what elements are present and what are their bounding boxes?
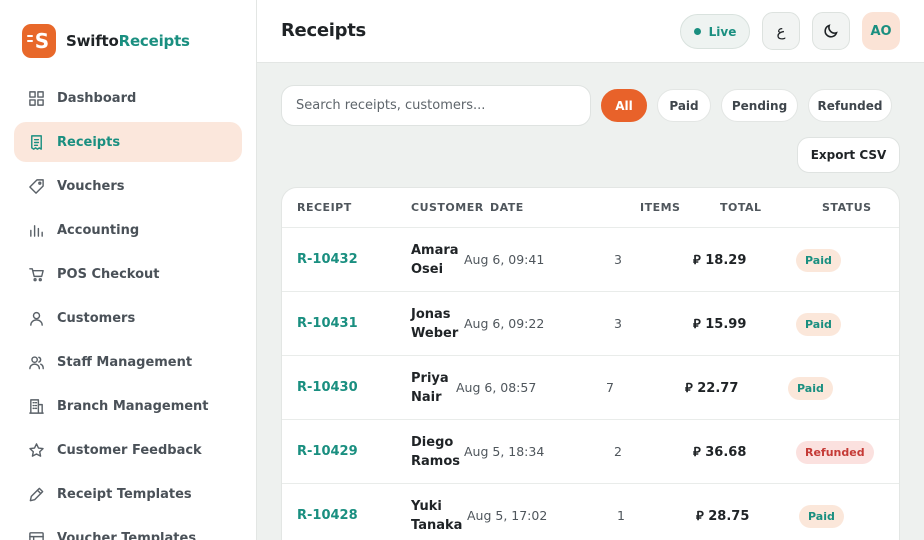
sidebar-nav: Dashboard Receipts Vouchers Accounting P… (14, 78, 242, 540)
receipt-total: ⃁ 28.75 (696, 509, 750, 524)
table-row[interactable]: R-10431 Jonas Weber Aug 6, 09:22 3 ⃁ 15.… (282, 292, 899, 356)
receipts-table: RECEIPT CUSTOMER DATE ITEMS TOTAL STATUS… (281, 187, 900, 540)
column-header-receipt[interactable]: RECEIPT (297, 201, 352, 214)
export-csv-button[interactable]: Export CSV (797, 137, 900, 173)
receipt-total: ⃁ 15.99 (693, 317, 747, 332)
sidebar-item-label: Vouchers (57, 178, 125, 194)
column-header-total[interactable]: TOTAL (720, 201, 762, 214)
cart-icon (27, 265, 45, 283)
customer-name: Priya Nair (411, 371, 449, 405)
moon-icon (823, 23, 839, 39)
brand-name-part2: Receipts (118, 32, 190, 50)
sidebar-item-staff-management[interactable]: Staff Management (14, 342, 242, 382)
receipt-id-link[interactable]: R-10432 (297, 252, 358, 267)
status-badge: Paid (796, 313, 841, 336)
filter-chip-all[interactable]: All (601, 89, 647, 122)
table-header: RECEIPT CUSTOMER DATE ITEMS TOTAL STATUS (282, 188, 899, 228)
receipt-total: ⃁ 18.29 (693, 253, 747, 268)
receipt-date: Aug 5, 17:02 (467, 508, 548, 523)
live-dot-icon (693, 28, 701, 35)
receipt-id-link[interactable]: R-10428 (297, 508, 358, 523)
column-header-items[interactable]: ITEMS (640, 201, 680, 214)
status-badge: Paid (788, 377, 833, 400)
receipt-id-link[interactable]: R-10431 (297, 316, 358, 331)
table-row[interactable]: R-10432 Amara Osei Aug 6, 09:41 3 ⃁ 18.2… (282, 228, 899, 292)
sidebar-item-label: Receipt Templates (57, 486, 192, 502)
avatar[interactable]: AO (862, 12, 900, 50)
template-icon (27, 529, 45, 540)
live-status-pill[interactable]: Live (680, 14, 750, 49)
customer-name: Jonas Weber (411, 307, 459, 341)
status-badge: Paid (796, 249, 841, 272)
search-input[interactable] (281, 85, 591, 126)
status-badge: Paid (799, 505, 844, 528)
receipt-id-link[interactable]: R-10429 (297, 444, 358, 459)
theme-toggle-button[interactable] (812, 12, 850, 50)
items-count: 1 (617, 508, 625, 523)
logo: S (22, 24, 56, 58)
sidebar-item-label: Voucher Templates (57, 530, 197, 540)
filter-chip-pending[interactable]: Pending (721, 89, 798, 122)
sidebar-item-label: Receipts (57, 134, 121, 150)
customer-name: Amara Osei (411, 243, 459, 277)
receipt-total: ⃁ 36.68 (693, 445, 747, 460)
customer-name: Yuki Tanaka (411, 499, 463, 533)
sidebar-item-label: Customers (57, 310, 136, 326)
sidebar-item-receipts[interactable]: Receipts (14, 122, 242, 162)
sidebar-item-customer-feedback[interactable]: Customer Feedback (14, 430, 242, 470)
pen-icon (27, 485, 45, 503)
table-row[interactable]: R-10429 Diego Ramos Aug 5, 18:34 2 ⃁ 36.… (282, 420, 899, 484)
sidebar-item-label: Staff Management (57, 354, 193, 370)
language-toggle-button[interactable]: ع (762, 12, 800, 50)
sidebar-item-vouchers[interactable]: Vouchers (14, 166, 242, 206)
grid-icon (27, 89, 45, 107)
brand[interactable]: S SwiftoReceipts (22, 24, 190, 58)
receipt-total: ⃁ 22.77 (685, 381, 739, 396)
sidebar-item-voucher-templates[interactable]: Voucher Templates (14, 518, 242, 540)
building-icon (27, 397, 45, 415)
bar-chart-icon (27, 221, 45, 239)
sidebar-item-pos-checkout[interactable]: POS Checkout (14, 254, 242, 294)
items-count: 7 (606, 380, 614, 395)
table-row[interactable]: R-10430 Priya Nair Aug 6, 08:57 7 ⃁ 22.7… (282, 356, 899, 420)
sidebar-item-label: Customer Feedback (57, 442, 202, 458)
sidebar-item-label: Accounting (57, 222, 140, 238)
receipt-id-link[interactable]: R-10430 (297, 380, 358, 395)
column-header-customer[interactable]: CUSTOMER (411, 201, 484, 214)
receipt-date: Aug 6, 09:41 (464, 252, 545, 267)
receipt-date: Aug 6, 08:57 (456, 380, 537, 395)
filter-chip-paid[interactable]: Paid (657, 89, 711, 122)
brand-name: SwiftoReceipts (66, 32, 190, 50)
sidebar: S SwiftoReceipts Dashboard Receipts Vouc… (0, 0, 257, 540)
user-icon (27, 309, 45, 327)
table-row[interactable]: R-10428 Yuki Tanaka Aug 5, 17:02 1 ⃁ 28.… (282, 484, 899, 540)
receipt-icon (27, 133, 45, 151)
filter-chip-refunded[interactable]: Refunded (808, 89, 892, 122)
sidebar-item-accounting[interactable]: Accounting (14, 210, 242, 250)
star-icon (27, 441, 45, 459)
customer-name: Diego Ramos (411, 435, 460, 469)
status-badge: Refunded (796, 441, 874, 464)
top-header: Receipts Live ع AO (257, 0, 924, 63)
sidebar-item-label: Dashboard (57, 90, 137, 106)
items-count: 3 (614, 316, 622, 331)
sidebar-item-dashboard[interactable]: Dashboard (14, 78, 242, 118)
sidebar-item-label: Branch Management (57, 398, 209, 414)
items-count: 3 (614, 252, 622, 267)
tag-icon (27, 177, 45, 195)
receipt-date: Aug 6, 09:22 (464, 316, 545, 331)
page-title: Receipts (281, 20, 366, 41)
language-label: ع (776, 22, 786, 40)
live-label: Live (708, 24, 737, 39)
sidebar-item-customers[interactable]: Customers (14, 298, 242, 338)
items-count: 2 (614, 444, 622, 459)
receipt-date: Aug 5, 18:34 (464, 444, 545, 459)
users-icon (27, 353, 45, 371)
sidebar-item-label: POS Checkout (57, 266, 160, 282)
column-header-date[interactable]: DATE (490, 201, 524, 214)
column-header-status[interactable]: STATUS (822, 201, 872, 214)
brand-name-part1: Swifto (66, 32, 119, 50)
sidebar-item-branch-management[interactable]: Branch Management (14, 386, 242, 426)
sidebar-item-receipt-templates[interactable]: Receipt Templates (14, 474, 242, 514)
